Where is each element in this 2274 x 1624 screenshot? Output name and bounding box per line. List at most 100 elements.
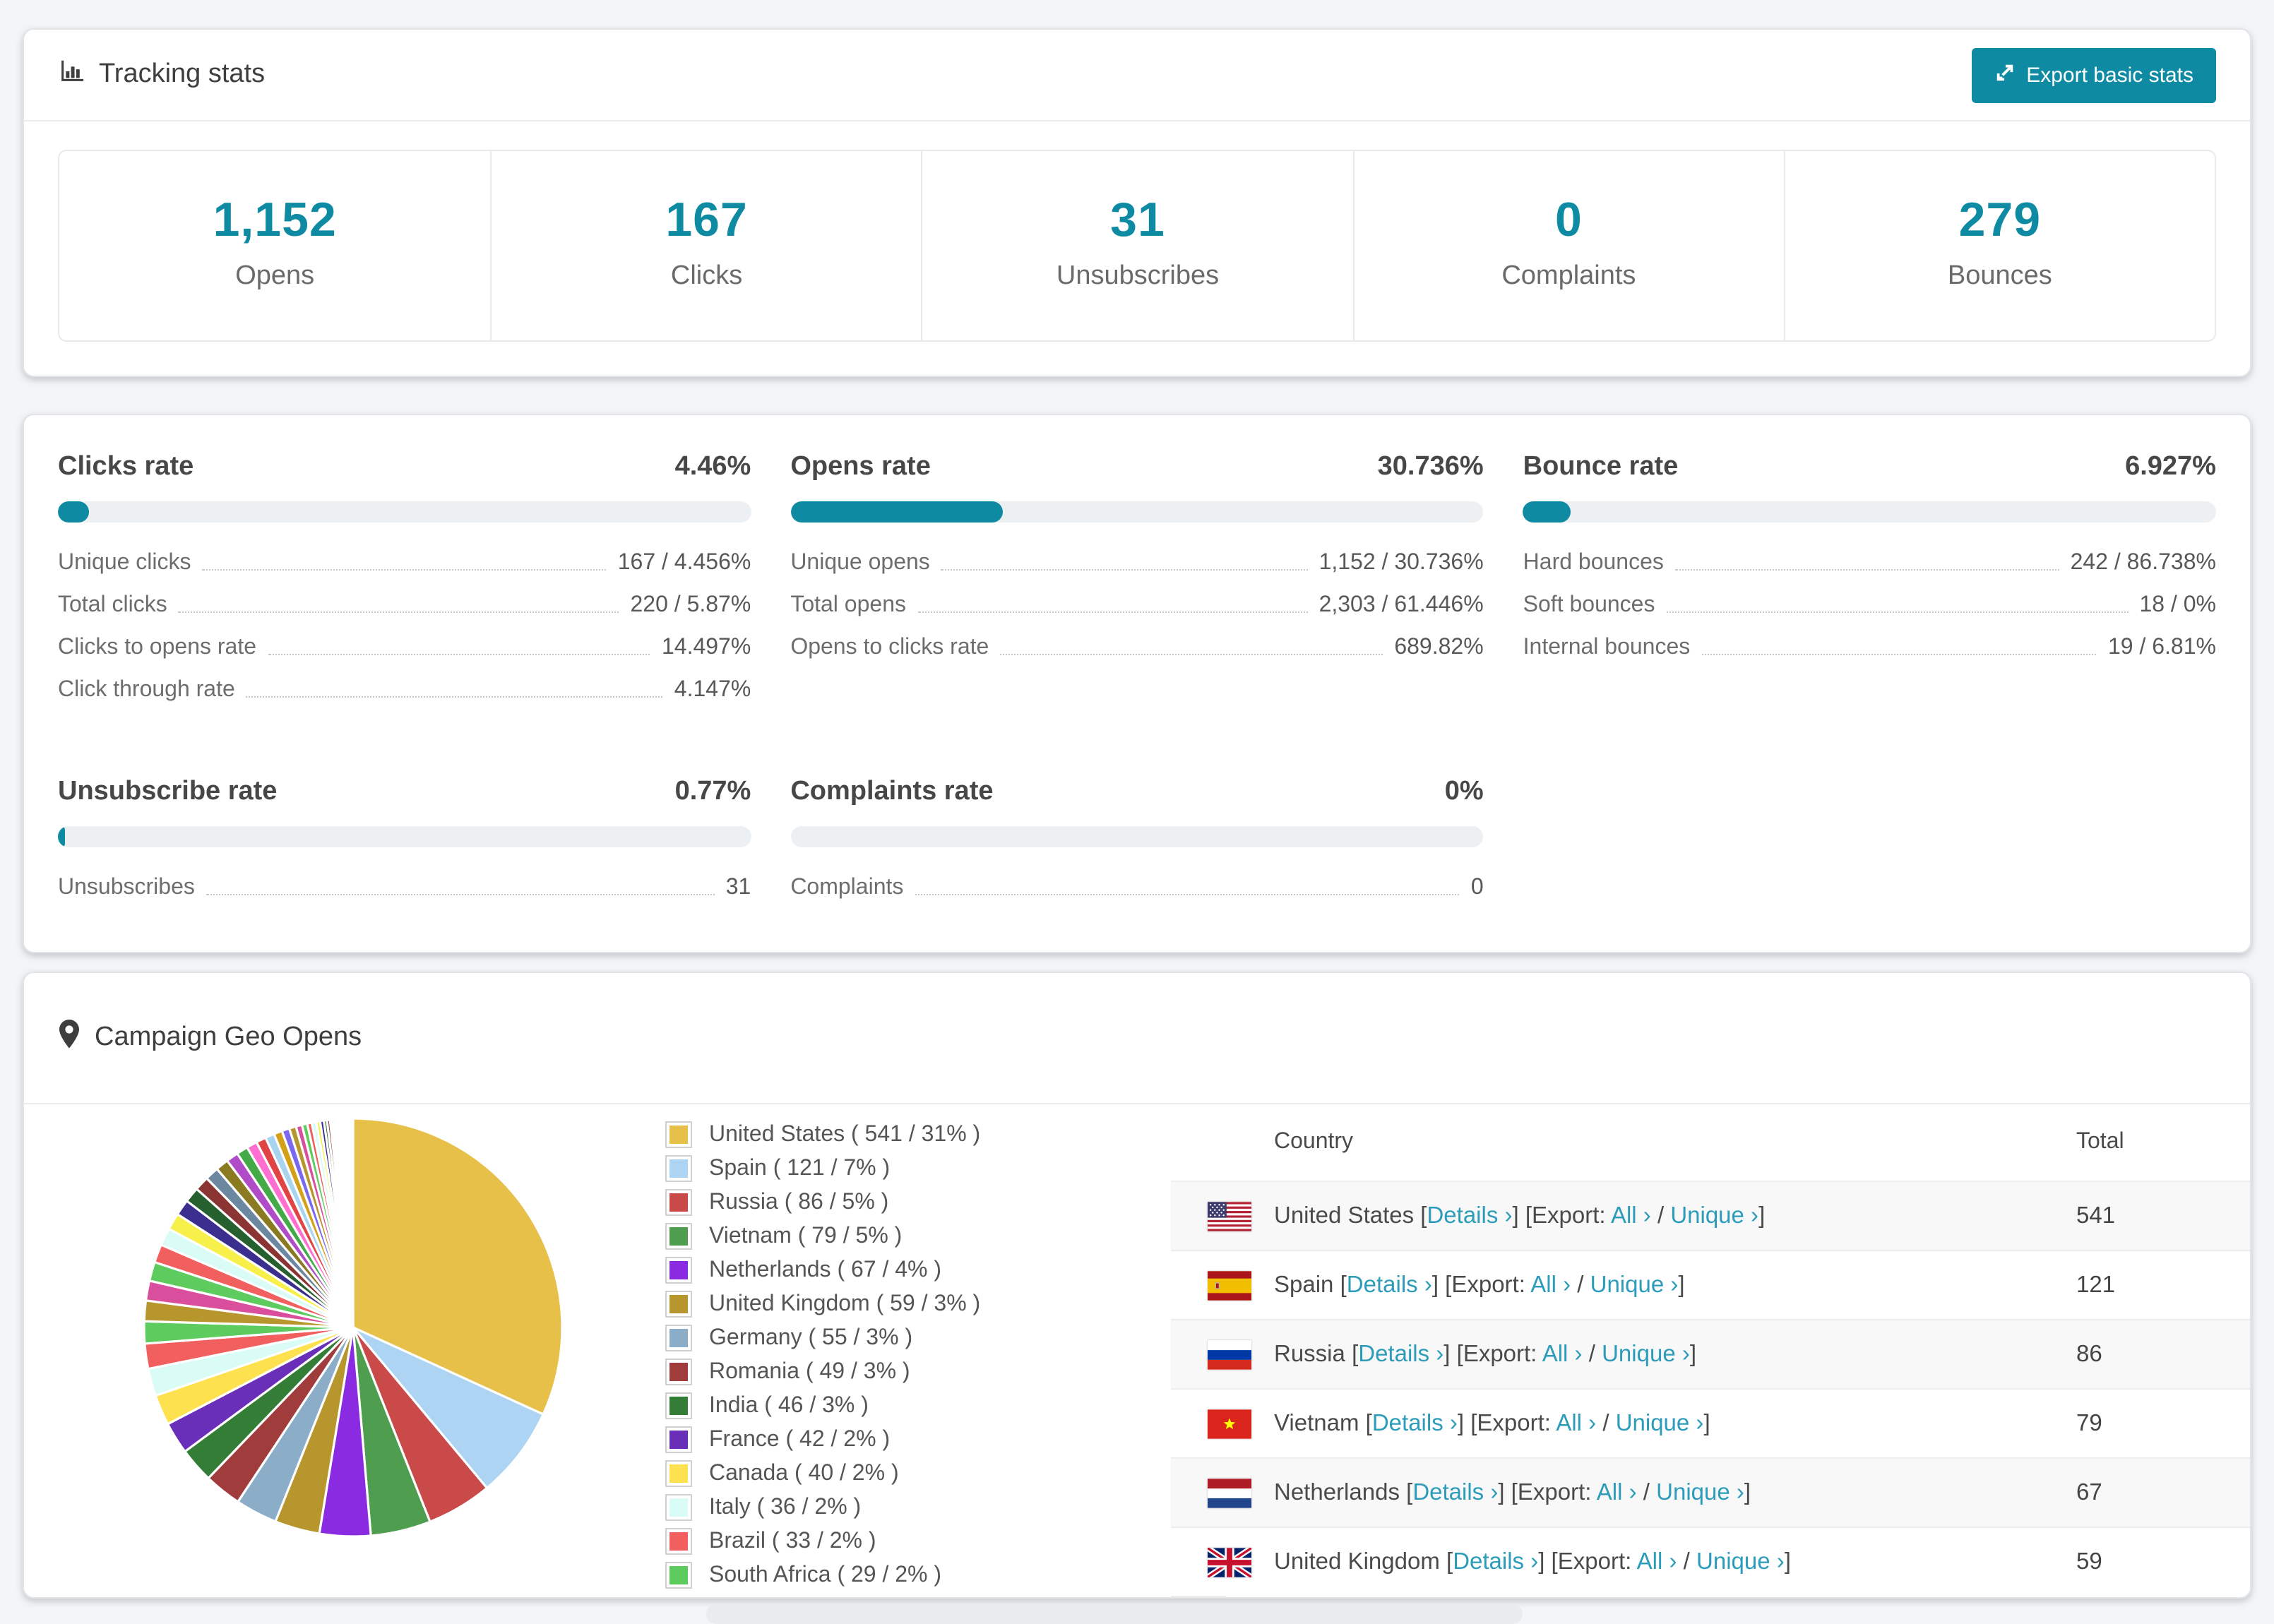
legend-label: South Africa ( 29 / 2% ) (709, 1563, 942, 1587)
export-label: Export: (1517, 1479, 1597, 1505)
dotted-leader (1666, 611, 2129, 613)
separator: / (1596, 1410, 1616, 1435)
details-link[interactable]: Details › (1372, 1410, 1458, 1435)
bracket: ] (1678, 1272, 1685, 1297)
export-all-link[interactable]: All › (1597, 1479, 1637, 1505)
table-row: Russia [Details ›] [Export: All › / Uniq… (1171, 1319, 2250, 1388)
country-name: Vietnam (1274, 1410, 1366, 1435)
country-name: Netherlands (1274, 1479, 1407, 1505)
country-links: Vietnam [Details ›] [Export: All › / Uni… (1274, 1410, 1710, 1437)
geo-country-table: Country Total United States [Details ›] … (1171, 1104, 2250, 1597)
stat-row-label: Unique opens (790, 551, 930, 575)
export-all-link[interactable]: All › (1542, 1341, 1583, 1366)
table-row: United States [Details ›] [Export: All ›… (1171, 1181, 2250, 1250)
progress-bar (790, 826, 1484, 847)
bracket: ] [ (1538, 1548, 1558, 1574)
rate-detail-list: Hard bounces 242 / 86.738% Soft bounces 18 … (1523, 551, 2216, 661)
legend-swatch (665, 1223, 692, 1250)
export-label: Export: (1477, 1410, 1556, 1435)
rate-card-bounce-rate: Bounce rate 6.927% Hard bounces 242 / 86.73… (1523, 452, 2216, 720)
legend-swatch (665, 1189, 692, 1216)
rate-detail-list: Unique clicks 167 / 4.456% Total clicks 220… (58, 551, 751, 703)
total-cell: 541 (2076, 1202, 2116, 1228)
legend-label: Spain ( 121 / 7% ) (709, 1156, 891, 1180)
legend-item[interactable]: India ( 46 / 3% ) (665, 1392, 980, 1419)
rate-detail-list: Unsubscribes 31 (58, 876, 751, 901)
stat-row: Unique clicks 167 / 4.456% (58, 551, 751, 576)
export-icon (1994, 61, 2015, 88)
legend-item[interactable]: United Kingdom ( 59 / 3% ) (665, 1291, 980, 1318)
rate-head: Bounce rate 6.927% (1523, 452, 2216, 483)
legend-item[interactable]: France ( 42 / 2% ) (665, 1426, 980, 1453)
dotted-leader (917, 611, 1308, 613)
country-links: United Kingdom [Details ›] [Export: All … (1274, 1548, 1791, 1575)
legend-item[interactable]: Italy ( 36 / 2% ) (665, 1494, 980, 1521)
total-cell: 59 (2076, 1548, 2102, 1574)
separator: / (1636, 1479, 1657, 1505)
tracking-stats-header: Tracking stats Export basic stats (24, 30, 2250, 121)
details-link[interactable]: Details › (1427, 1202, 1512, 1228)
country-cell: Russia [Details ›] [Export: All › / Uniq… (1171, 1339, 2076, 1369)
legend-item[interactable]: Romania ( 49 / 3% ) (665, 1359, 980, 1385)
details-link[interactable]: Details › (1453, 1548, 1538, 1574)
rate-card-unsubscribe-rate: Unsubscribe rate 0.77% Unsubscribes 31 (58, 777, 751, 918)
export-unique-link[interactable]: Unique › (1696, 1548, 1785, 1574)
stat-row-value: 220 / 5.87% (630, 593, 751, 617)
export-unique-link[interactable]: Unique › (1670, 1202, 1758, 1228)
stat-row-label: Total clicks (58, 593, 167, 617)
export-label: Export: (1557, 1548, 1637, 1574)
legend-item[interactable]: Germany ( 55 / 3% ) (665, 1325, 980, 1351)
legend-item[interactable]: Spain ( 121 / 7% ) (665, 1155, 980, 1182)
legend-item[interactable]: United States ( 541 / 31% ) (665, 1121, 980, 1148)
export-all-link[interactable]: All › (1556, 1410, 1596, 1435)
export-all-link[interactable]: All › (1611, 1202, 1651, 1228)
stat-box: 279 Bounces (1783, 151, 2215, 340)
legend-item[interactable]: Canada ( 40 / 2% ) (665, 1460, 980, 1487)
rate-value: 30.736% (1377, 452, 1484, 482)
stat-row: Soft bounces 18 / 0% (1523, 593, 2216, 619)
legend-swatch (665, 1155, 692, 1182)
export-basic-stats-button[interactable]: Export basic stats (1971, 47, 2216, 102)
bracket: ] [ (1431, 1272, 1452, 1297)
legend-label: Germany ( 55 / 3% ) (709, 1325, 913, 1349)
export-all-link[interactable]: All › (1530, 1272, 1571, 1297)
stat-row-value: 4.147% (674, 678, 751, 702)
legend-swatch (665, 1494, 692, 1521)
stat-row: Complaints 0 (790, 876, 1483, 901)
legend-swatch-color (669, 1159, 688, 1178)
export-unique-link[interactable]: Unique › (1602, 1341, 1690, 1366)
rate-head: Opens rate 30.736% (790, 452, 1483, 483)
legend-swatch (665, 1460, 692, 1487)
legend-item[interactable]: Netherlands ( 67 / 4% ) (665, 1257, 980, 1284)
stat-row: Opens to clicks rate 689.82% (790, 635, 1483, 661)
flag-icon-gb (1208, 1547, 1251, 1577)
export-all-link[interactable]: All › (1637, 1548, 1677, 1574)
stat-label: Clicks (670, 261, 743, 291)
rate-value: 6.927% (2125, 452, 2216, 482)
horizontal-scrollbar[interactable] (706, 1604, 1523, 1624)
country-links: Spain [Details ›] [Export: All › / Uniqu… (1274, 1272, 1685, 1298)
legend-item[interactable]: Vietnam ( 79 / 5% ) (665, 1223, 980, 1250)
export-unique-link[interactable]: Unique › (1590, 1272, 1679, 1297)
export-unique-link[interactable]: Unique › (1656, 1479, 1744, 1505)
stat-row-label: Unique clicks (58, 551, 191, 575)
stat-row-value: 19 / 6.81% (2107, 635, 2216, 659)
progress-bar (1523, 501, 2216, 523)
bracket: ] [ (1443, 1341, 1463, 1366)
country-name: Russia (1274, 1341, 1352, 1366)
stat-value: 31 (1110, 193, 1165, 247)
export-unique-link[interactable]: Unique › (1616, 1410, 1704, 1435)
dotted-leader (1000, 654, 1383, 655)
progress-bar-fill (790, 501, 1004, 523)
legend-item[interactable]: Brazil ( 33 / 2% ) (665, 1528, 980, 1555)
legend-item[interactable]: South Africa ( 29 / 2% ) (665, 1562, 980, 1589)
stat-row-label: Soft bounces (1523, 593, 1655, 617)
details-link[interactable]: Details › (1412, 1479, 1498, 1505)
details-link[interactable]: Details › (1358, 1341, 1443, 1366)
pie-slice-other (351, 1117, 355, 1329)
details-link[interactable]: Details › (1347, 1272, 1432, 1297)
rate-head: Unsubscribe rate 0.77% (58, 777, 751, 808)
flag-icon-nl (1208, 1478, 1251, 1507)
rate-card-clicks-rate: Clicks rate 4.46% Unique clicks 167 / 4.456… (58, 452, 751, 720)
legend-item[interactable]: Russia ( 86 / 5% ) (665, 1189, 980, 1216)
